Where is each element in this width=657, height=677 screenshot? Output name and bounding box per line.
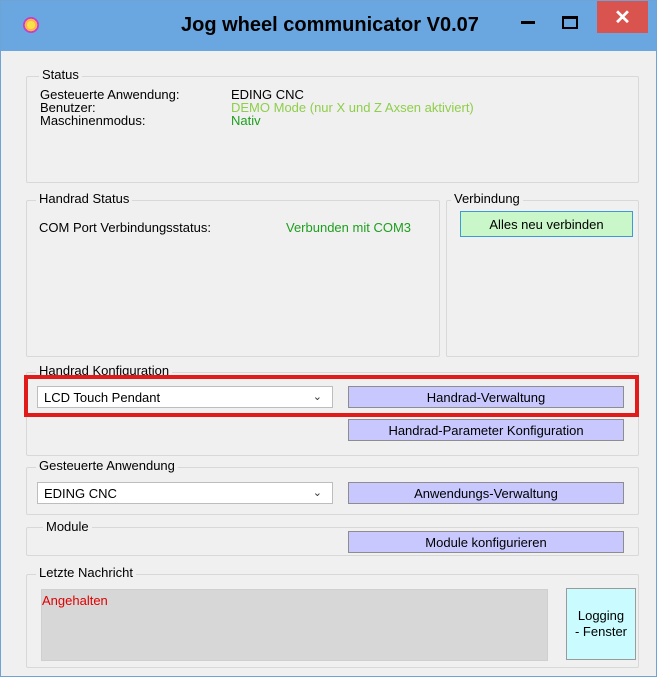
status-mode-label: Maschinenmodus: — [40, 113, 146, 128]
status-group-title: Status — [39, 67, 82, 82]
chevron-down-icon: ⌄ — [312, 487, 322, 499]
logging-label-line1: Logging — [577, 608, 625, 623]
handrad-status-title: Handrad Status — [36, 191, 133, 206]
message-box — [41, 589, 548, 661]
anwendung-select-value: EDING CNC — [44, 486, 117, 501]
app-icon — [23, 17, 39, 33]
module-konfigurieren-button[interactable]: Module konfigurieren — [348, 531, 624, 553]
close-icon: ✕ — [614, 6, 631, 29]
module-title: Module — [43, 519, 92, 534]
window-title: Jog wheel communicator V0.07 — [181, 14, 479, 36]
main-window: Jog wheel communicator V0.07 ✕ Status Ge… — [0, 0, 657, 677]
anwendung-title: Gesteuerte Anwendung — [36, 458, 178, 473]
logging-window-button[interactable]: Logging - Fenster — [566, 588, 636, 660]
anwendungs-verwaltung-button[interactable]: Anwendungs-Verwaltung — [348, 482, 624, 504]
message-text: Angehalten — [42, 593, 108, 608]
status-user-value: DEMO Mode (nur X und Z Axsen aktiviert) — [231, 100, 474, 115]
handrad-parameter-button[interactable]: Handrad-Parameter Konfiguration — [348, 419, 624, 441]
highlight-box — [24, 375, 639, 417]
verbindung-title: Verbindung — [451, 191, 523, 206]
reconnect-all-button[interactable]: Alles neu verbinden — [460, 211, 633, 237]
letzte-nachricht-title: Letzte Nachricht — [36, 565, 136, 580]
anwendung-select[interactable]: EDING CNC ⌄ — [37, 482, 333, 504]
maximize-icon — [562, 15, 578, 29]
com-port-value: Verbunden mit COM3 — [286, 220, 412, 235]
minimize-button[interactable] — [511, 7, 545, 37]
logging-label-line2: - Fenster — [574, 624, 627, 639]
minimize-icon — [521, 20, 535, 24]
close-button[interactable]: ✕ — [597, 1, 648, 33]
title-bar[interactable]: Jog wheel communicator V0.07 ✕ — [1, 1, 656, 51]
maximize-button[interactable] — [553, 7, 587, 37]
com-port-label: COM Port Verbindungsstatus: — [39, 220, 211, 235]
status-mode-value: Nativ — [231, 113, 261, 128]
